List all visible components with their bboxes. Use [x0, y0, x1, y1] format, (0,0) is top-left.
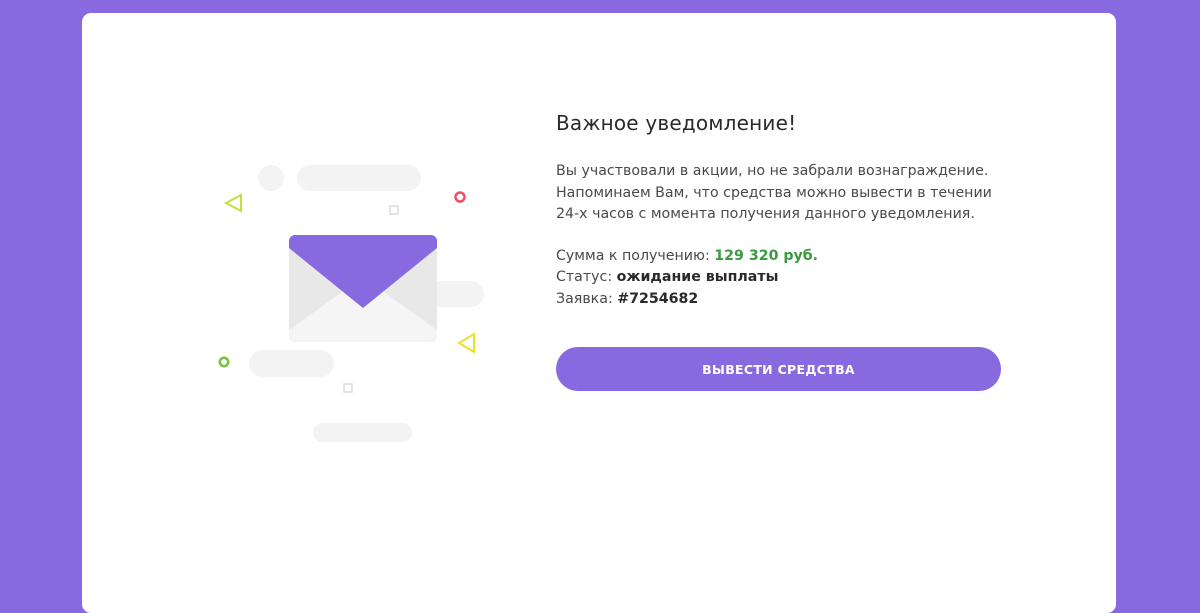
triangle-icon	[223, 193, 242, 213]
message-line: 24-х часов с момента получения данного у…	[556, 206, 975, 222]
envelope-illustration	[82, 13, 582, 573]
decor-pill	[249, 350, 334, 377]
decor-pill	[297, 165, 421, 191]
square-icon	[389, 205, 399, 215]
decor-circle	[258, 165, 284, 191]
notice-message: Вы участвовали в акции, но не забрали во…	[556, 161, 1016, 226]
envelope-icon	[289, 235, 437, 342]
triangle-icon	[457, 332, 475, 354]
square-icon	[343, 383, 353, 393]
message-line: Вы участвовали в акции, но не забрали во…	[556, 163, 989, 179]
notice-title: Важное уведомление!	[556, 111, 797, 135]
amount-label: Сумма к получению:	[556, 247, 710, 264]
circle-icon	[218, 356, 230, 368]
status-value: ожидание выплаты	[616, 269, 779, 285]
amount-value: 129 320 руб.	[714, 247, 819, 264]
request-label: Заявка:	[556, 290, 613, 307]
decor-pill	[313, 423, 412, 442]
request-row: Заявка: #7254682	[556, 289, 1016, 311]
status-label: Статус:	[556, 269, 613, 285]
notification-card: Важное уведомление! Вы участвовали в акц…	[82, 13, 1116, 613]
payout-details: Сумма к получению: 129 320 руб. Статус: …	[556, 246, 1016, 311]
circle-icon	[454, 191, 466, 203]
amount-row: Сумма к получению: 129 320 руб.	[556, 246, 1016, 268]
withdraw-funds-button[interactable]: ВЫВЕСТИ СРЕДСТВА	[556, 347, 1001, 391]
message-line: Напоминаем Вам, что средства можно вывес…	[556, 184, 992, 201]
notice-content: Важное уведомление! Вы участвовали в акц…	[556, 111, 1016, 391]
status-row: Статус: ожидание выплаты	[556, 267, 1016, 289]
request-number: #7254682	[617, 290, 699, 307]
